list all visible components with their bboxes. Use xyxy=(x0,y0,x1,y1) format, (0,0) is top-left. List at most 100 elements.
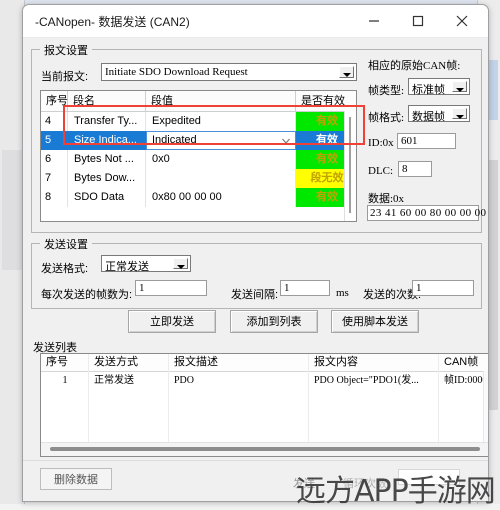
table-row[interactable]: 6 Bytes Not ... 0x0 有效 xyxy=(41,150,356,169)
cell-field-name: Size Indica... xyxy=(68,131,146,150)
send-interval-value: 1 xyxy=(284,282,290,294)
field-table[interactable]: 序号 段名 段值 是否有效 4 Transfer Ty... Expedited… xyxy=(40,90,357,222)
cell-field-name: Bytes Not ... xyxy=(74,153,134,165)
send-list-horizontal-scrollbar[interactable] xyxy=(41,442,488,456)
table-row[interactable]: 8 SDO Data 0x80 00 00 00 有效 xyxy=(41,188,356,207)
chevron-down-icon[interactable] xyxy=(452,108,467,119)
cell-field-value[interactable] xyxy=(146,169,296,188)
background-panel-strip xyxy=(2,150,22,270)
watermark: 远方APP手游网 xyxy=(296,474,496,509)
column-header-field-name[interactable]: 段名 xyxy=(68,91,146,111)
list-cell-can-frame: 帧ID:0000018 xyxy=(444,375,488,386)
chevron-down-icon[interactable] xyxy=(339,66,354,78)
send-list-vertical-scrollbar[interactable] xyxy=(483,371,488,443)
cell-field-name: Bytes Dow... xyxy=(74,172,136,184)
frames-per-send-value: 1 xyxy=(139,282,145,294)
data-bytes-input[interactable]: 23 41 60 00 80 00 00 00 xyxy=(367,205,486,221)
table-row[interactable]: 5 Size Indica... Indicated 有效 xyxy=(41,131,356,150)
column-header-valid[interactable]: 是否有效 xyxy=(296,91,356,111)
chevron-down-icon[interactable] xyxy=(173,258,188,269)
current-message-combobox[interactable]: Initiate SDO Download Request xyxy=(101,63,357,81)
close-icon xyxy=(456,15,468,26)
send-count-input[interactable]: 1 xyxy=(412,280,474,296)
list-column-header-description[interactable]: 报文描述 xyxy=(169,354,309,371)
data-label: 数据:0x xyxy=(368,193,405,205)
cell-field-value[interactable]: Expedited xyxy=(146,112,296,131)
chevron-down-icon[interactable] xyxy=(281,136,291,146)
message-settings-legend: 报文设置 xyxy=(40,42,92,58)
chevron-down-icon[interactable] xyxy=(452,81,467,92)
background-scrollbar-top[interactable] xyxy=(489,60,498,120)
close-button[interactable] xyxy=(442,5,482,36)
send-format-combobox[interactable]: 正常发送 xyxy=(101,255,191,273)
send-count-value: 1 xyxy=(416,282,422,294)
send-by-script-button[interactable]: 使用脚本发送 xyxy=(331,310,419,333)
scrollbar-thumb[interactable] xyxy=(50,447,480,451)
maximize-button[interactable] xyxy=(398,5,438,36)
background-scrollbar-thumb[interactable] xyxy=(489,160,498,410)
can-id-label: ID:0x xyxy=(368,137,394,149)
frames-per-send-input[interactable]: 1 xyxy=(135,280,207,296)
footer-divider xyxy=(23,460,488,461)
current-message-value: Initiate SDO Download Request xyxy=(105,66,248,78)
can-id-input[interactable]: 601 xyxy=(397,133,456,149)
field-value-combobox[interactable]: Indicated xyxy=(146,131,296,150)
cell-field-name: SDO Data xyxy=(74,191,125,203)
cell-field-value[interactable]: 0x80 00 00 00 xyxy=(146,188,296,207)
send-now-button[interactable]: 立即发送 xyxy=(128,310,216,333)
field-table-scrollbar[interactable] xyxy=(344,111,356,221)
cell-index: 7 xyxy=(45,172,52,184)
send-interval-label: 发送间隔: xyxy=(231,289,279,301)
table-row[interactable]: 4 Transfer Ty... Expedited 有效 xyxy=(41,112,356,131)
cell-field-value: Indicated xyxy=(152,134,197,146)
dlc-label: DLC: xyxy=(368,165,394,177)
frame-format-combobox[interactable]: 数据帧 xyxy=(408,105,470,123)
can-frame-title: 相应的原始CAN帧: xyxy=(368,60,461,72)
list-cell-description: PDO xyxy=(174,375,195,386)
table-row[interactable]: 7 Bytes Dow... 段无效 xyxy=(41,169,356,188)
interval-unit-label: ms xyxy=(336,287,349,299)
send-settings-legend: 发送设置 xyxy=(40,236,92,252)
frame-format-label: 帧格式: xyxy=(368,112,405,124)
cell-index: 6 xyxy=(45,153,52,165)
list-cell-index: 1 xyxy=(62,375,68,386)
frame-type-value: 标准帧 xyxy=(412,84,445,96)
list-item[interactable]: 1 正常发送 PDO PDO Object="PDO1(发... 帧ID:000… xyxy=(41,372,489,389)
dlc-input[interactable]: 8 xyxy=(398,161,432,177)
column-header-index[interactable]: 序号 xyxy=(41,91,68,111)
list-column-header-mode[interactable]: 发送方式 xyxy=(89,354,169,371)
can-id-value: 601 xyxy=(401,135,418,147)
cell-index: 4 xyxy=(45,115,52,127)
can-frame-panel: 相应的原始CAN帧: 帧类型: 标准帧 帧格式: 数据帧 ID:0x 601 D… xyxy=(367,57,486,225)
minimize-icon xyxy=(369,19,379,22)
cell-field-value[interactable]: 0x0 xyxy=(146,150,296,169)
send-list-table[interactable]: 序号 发送方式 报文描述 报文内容 CAN帧 1 正常发送 PDO PDO Ob… xyxy=(40,353,489,457)
cell-index: 8 xyxy=(45,191,52,203)
send-interval-input[interactable]: 1 xyxy=(280,280,330,296)
list-column-header-content[interactable]: 报文内容 xyxy=(309,354,439,371)
list-column-header-can-frame[interactable]: CAN帧 xyxy=(439,354,488,371)
add-to-list-button[interactable]: 添加到列表 xyxy=(230,310,318,333)
title-bar: -CANopen- 数据发送 (CAN2) xyxy=(23,5,488,38)
cell-field-name: Transfer Ty... xyxy=(74,115,138,127)
field-table-header: 序号 段名 段值 是否有效 xyxy=(41,91,356,112)
send-format-value: 正常发送 xyxy=(105,261,149,273)
maximize-icon xyxy=(412,15,424,26)
frame-type-combobox[interactable]: 标准帧 xyxy=(408,78,470,96)
send-format-label: 发送格式: xyxy=(41,263,89,275)
cell-index: 5 xyxy=(41,131,68,150)
minimize-button[interactable] xyxy=(354,5,394,36)
list-column-header-index[interactable]: 序号 xyxy=(41,354,89,371)
delete-data-button[interactable]: 删除数据 xyxy=(40,468,112,490)
column-header-field-value[interactable]: 段值 xyxy=(146,91,296,111)
dlc-value: 8 xyxy=(402,163,408,175)
scrollbar-thumb[interactable] xyxy=(349,117,351,213)
canopen-send-dialog: -CANopen- 数据发送 (CAN2) 报文设置 当前报文: Initiat… xyxy=(22,4,489,502)
send-list-header: 序号 发送方式 报文描述 报文内容 CAN帧 xyxy=(41,354,488,372)
current-message-label: 当前报文: xyxy=(41,71,89,83)
list-cell-mode: 正常发送 xyxy=(94,375,134,386)
frames-per-send-label: 每次发送的帧数为: xyxy=(41,289,133,301)
frame-type-label: 帧类型: xyxy=(368,85,405,97)
list-cell-content: PDO Object="PDO1(发... xyxy=(314,375,419,386)
data-bytes-value: 23 41 60 00 80 00 00 00 xyxy=(370,207,487,219)
